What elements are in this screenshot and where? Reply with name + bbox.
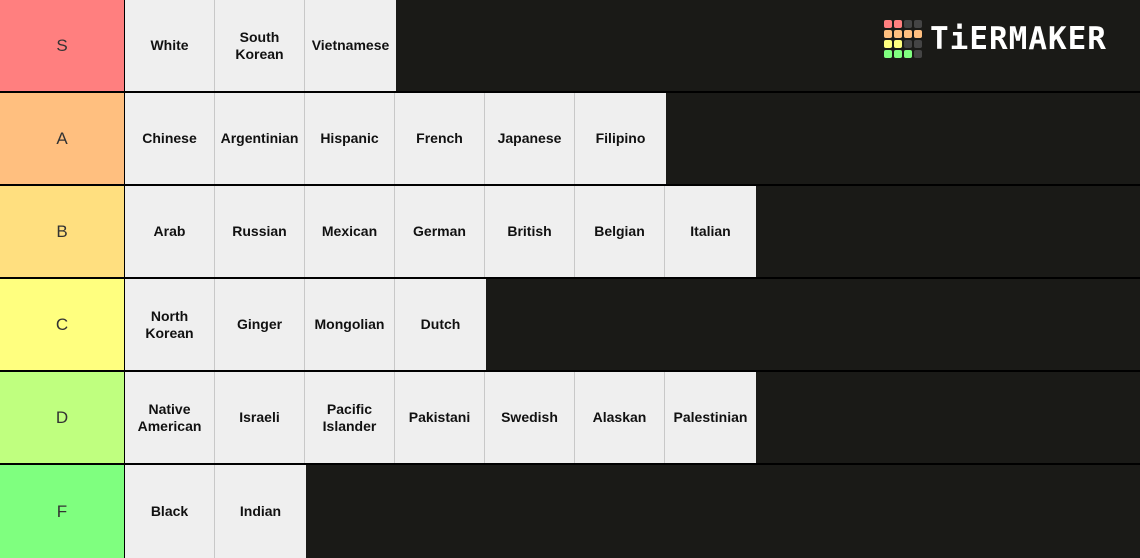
tier-item[interactable]: Vietnamese [305,0,396,91]
tier-item[interactable]: British [485,186,575,277]
tier-item[interactable]: Japanese [485,93,575,184]
tier-label[interactable]: C [0,279,125,370]
logo-grid-cell [884,20,892,28]
tier-item[interactable]: French [395,93,485,184]
tiermaker-logo: TiERMAKER [884,20,1107,58]
logo-grid-cell [884,30,892,38]
tier-row-b: B Arab Russian Mexican German British Belgian I… [0,186,1140,279]
logo-grid-cell [914,30,922,38]
logo-grid-cell [884,40,892,48]
tier-item[interactable]: Ginger [215,279,305,370]
tier-item[interactable]: Italian [665,186,756,277]
tier-row-a: A Chinese Argentinian Hispanic French Japanes… [0,93,1140,186]
tier-item[interactable]: Belgian [575,186,665,277]
tier-item[interactable]: Black [125,465,215,558]
tier-item[interactable]: Palestinian [665,372,756,463]
logo-grid-icon [884,20,922,58]
tier-item[interactable]: Hispanic [305,93,395,184]
tier-item[interactable]: Mexican [305,186,395,277]
logo-grid-cell [894,20,902,28]
tier-row-c: C North Korean Ginger Mongolian Dutch [0,279,1140,372]
tier-item[interactable]: Swedish [485,372,575,463]
tier-items: Native American Israeli Pacific Islander Pa… [125,372,1140,463]
logo-grid-cell [894,40,902,48]
tier-item[interactable]: White [125,0,215,91]
tier-items: North Korean Ginger Mongolian Dutch [125,279,1140,370]
logo-grid-cell [904,50,912,58]
logo-grid-cell [894,50,902,58]
tier-row-d: D Native American Israeli Pacific Islander P… [0,372,1140,465]
tier-item[interactable]: Pacific Islander [305,372,395,463]
tier-item[interactable]: South Korean [215,0,305,91]
tier-item[interactable]: Chinese [125,93,215,184]
logo-grid-cell [914,50,922,58]
tier-item[interactable]: Argentinian [215,93,305,184]
tier-item[interactable]: Native American [125,372,215,463]
tier-label[interactable]: S [0,0,125,91]
logo-grid-cell [904,40,912,48]
tier-label[interactable]: A [0,93,125,184]
logo-grid-cell [914,40,922,48]
logo-grid-cell [894,30,902,38]
logo-grid-cell [904,20,912,28]
tier-item[interactable]: Alaskan [575,372,665,463]
tier-items: Black Indian [125,465,1140,558]
tier-item[interactable]: Mongolian [305,279,395,370]
logo-grid-cell [904,30,912,38]
tier-item[interactable]: Dutch [395,279,486,370]
tier-item[interactable]: Indian [215,465,306,558]
logo-grid-cell [914,20,922,28]
tier-item[interactable]: Russian [215,186,305,277]
tier-items: Chinese Argentinian Hispanic French Japanese… [125,93,1140,184]
tier-item[interactable]: German [395,186,485,277]
tier-row-f: F Black Indian [0,465,1140,558]
tier-item[interactable]: North Korean [125,279,215,370]
tier-item[interactable]: Filipino [575,93,666,184]
tier-item[interactable]: Arab [125,186,215,277]
tier-item[interactable]: Pakistani [395,372,485,463]
logo-grid-cell [884,50,892,58]
tier-label[interactable]: D [0,372,125,463]
tier-item[interactable]: Israeli [215,372,305,463]
tier-items: Arab Russian Mexican German British Belgian It… [125,186,1140,277]
logo-text: TiERMAKER [930,21,1107,57]
tier-label[interactable]: F [0,465,125,558]
tier-label[interactable]: B [0,186,125,277]
tier-list: S White South Korean Vietnamese A Chinese Arge… [0,0,1140,558]
